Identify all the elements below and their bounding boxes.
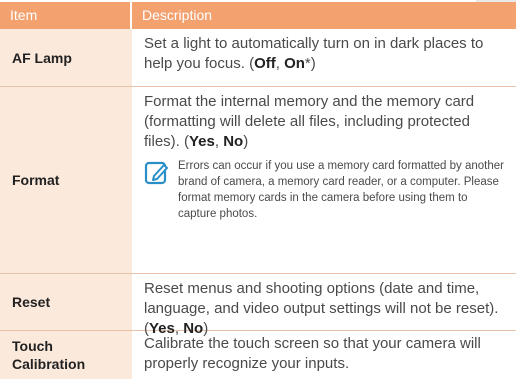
option-value: Off [254, 55, 276, 72]
row-desc-af-lamp: Set a light to automatically turn on in … [132, 29, 516, 86]
table-header: Item Description [0, 2, 516, 29]
row-item-reset: Reset [0, 274, 132, 330]
settings-table: Item Description AF Lamp Set a light to … [0, 2, 516, 379]
note-box: Errors can occur if you use a memory car… [144, 158, 508, 222]
item-line: Calibration [12, 356, 86, 372]
desc-tail: *) [304, 55, 316, 72]
table-row: Reset Reset menus and shooting options (… [0, 274, 516, 337]
note-text: Errors can occur if you use a memory car… [178, 160, 504, 220]
header-description: Description [142, 7, 213, 23]
note-pencil-icon [144, 161, 168, 185]
option-value: No [223, 133, 244, 150]
row-item-touch-calibration: Touch Calibration [0, 331, 132, 379]
row-item-af-lamp: AF Lamp [0, 29, 132, 86]
row-desc-format: Format the internal memory and the memor… [132, 87, 516, 273]
table-row: Touch Calibration Calibrate the touch sc… [0, 331, 516, 379]
desc-tail: ) [243, 133, 249, 150]
separator: , [275, 55, 285, 72]
header-item: Item [0, 2, 132, 29]
separator: , [214, 133, 224, 150]
option-value: On [284, 55, 305, 72]
item-line: Touch [12, 338, 53, 354]
row-desc-reset: Reset menus and shooting options (date a… [132, 274, 516, 337]
table-row: Format Format the internal memory and th… [0, 87, 516, 274]
table-row: AF Lamp Set a light to automatically tur… [0, 29, 516, 87]
row-item-format: Format [0, 87, 132, 273]
row-desc-touch-calibration: Calibrate the touch screen so that your … [144, 335, 481, 372]
desc-main: Format the internal memory and the memor… [144, 92, 508, 152]
option-value: Yes [189, 133, 215, 150]
